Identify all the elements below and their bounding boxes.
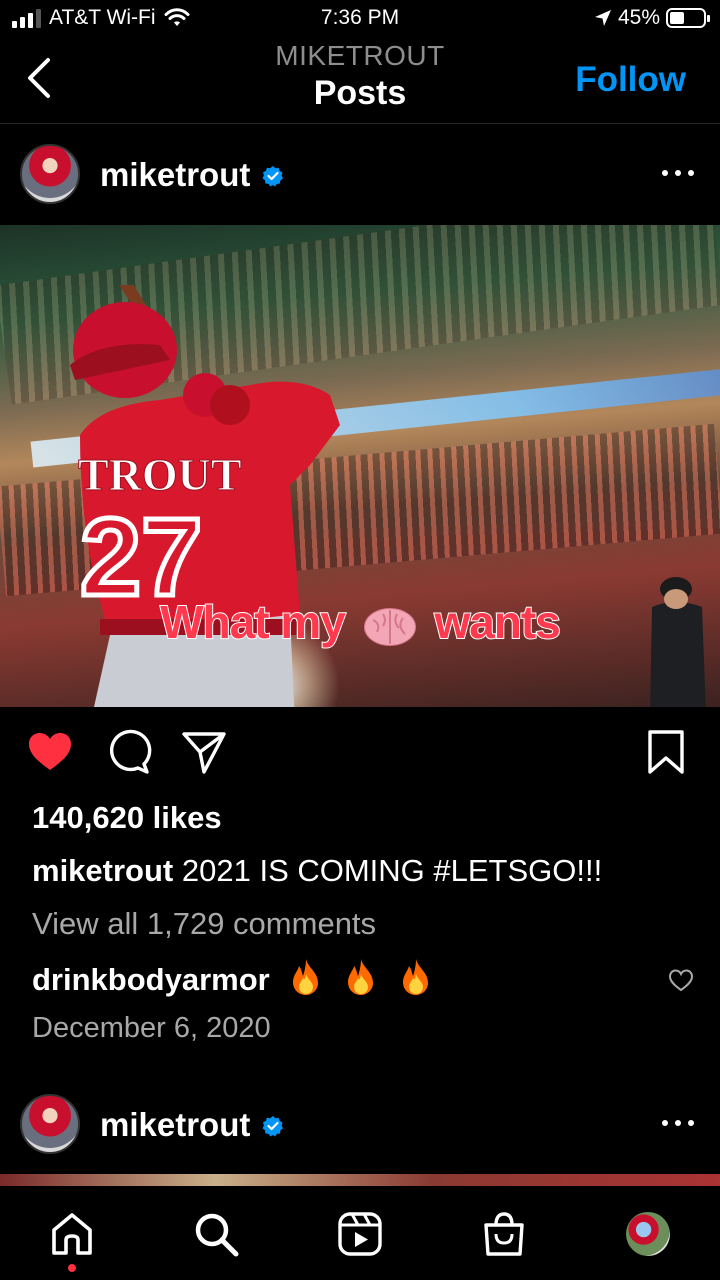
post-username[interactable]: miketrout [100,156,250,194]
home-icon[interactable] [48,1210,96,1258]
comment-username[interactable]: drinkbodyarmor [32,962,270,997]
reels-icon[interactable] [336,1210,384,1258]
comment-like-heart-icon[interactable] [668,968,694,992]
share-send-icon[interactable] [180,728,228,776]
shop-icon[interactable] [480,1210,528,1258]
post-date: December 6, 2020 [32,1012,271,1044]
post-image[interactable]: TROUT 27 What my wants [0,225,720,707]
avatar[interactable] [20,1094,80,1154]
battery-icon [666,8,710,28]
jersey-name: TROUT [78,449,242,500]
overlay-text-after: wants [433,595,561,649]
home-active-indicator [68,1264,76,1272]
brain-icon [363,607,416,646]
location-arrow-icon [594,10,611,26]
post-caption: miketrout 2021 IS COMING #LETSGO!!! [32,853,692,889]
avatar[interactable] [20,144,80,204]
top-comment: drinkbodyarmor [32,958,692,998]
more-options-icon[interactable] [662,170,694,180]
post-header: miketrout [0,124,720,224]
fire-icon [347,959,373,995]
battery-percent: 45% [617,6,660,29]
comment-icon[interactable] [104,728,152,776]
post-username[interactable]: miketrout [100,1106,250,1144]
caption-username[interactable]: miketrout [32,853,173,888]
battery-fill [670,12,685,24]
more-options-icon[interactable] [662,1120,694,1130]
post-actions [0,728,720,776]
view-all-comments-link[interactable]: View all 1,729 comments [32,906,692,942]
fire-icon [402,959,428,995]
status-bar: AT&T Wi-Fi 7:36 PM 45% [0,0,720,40]
caption-text: 2021 IS COMING #LETSGO!!! [181,853,603,888]
like-count[interactable]: 140,620 likes [32,800,692,836]
fire-icon [293,959,319,995]
follow-button[interactable]: Follow [575,60,686,100]
next-post-header: miketrout [0,1074,720,1174]
search-icon[interactable] [192,1210,240,1258]
verified-badge-icon [262,1116,283,1137]
verified-badge-icon [262,166,283,187]
profile-posts-header: MIKETROUT Posts Follow [0,40,720,124]
save-bookmark-icon[interactable] [642,728,690,776]
profile-avatar[interactable] [626,1212,670,1256]
overlay-text-before: What my [159,595,347,649]
bottom-tab-bar [0,1186,720,1280]
status-right: 45% [594,6,710,30]
like-heart-icon[interactable] [26,728,74,776]
image-overlay-caption: What my wants [0,595,720,649]
next-post-image-edge[interactable] [0,1174,720,1186]
